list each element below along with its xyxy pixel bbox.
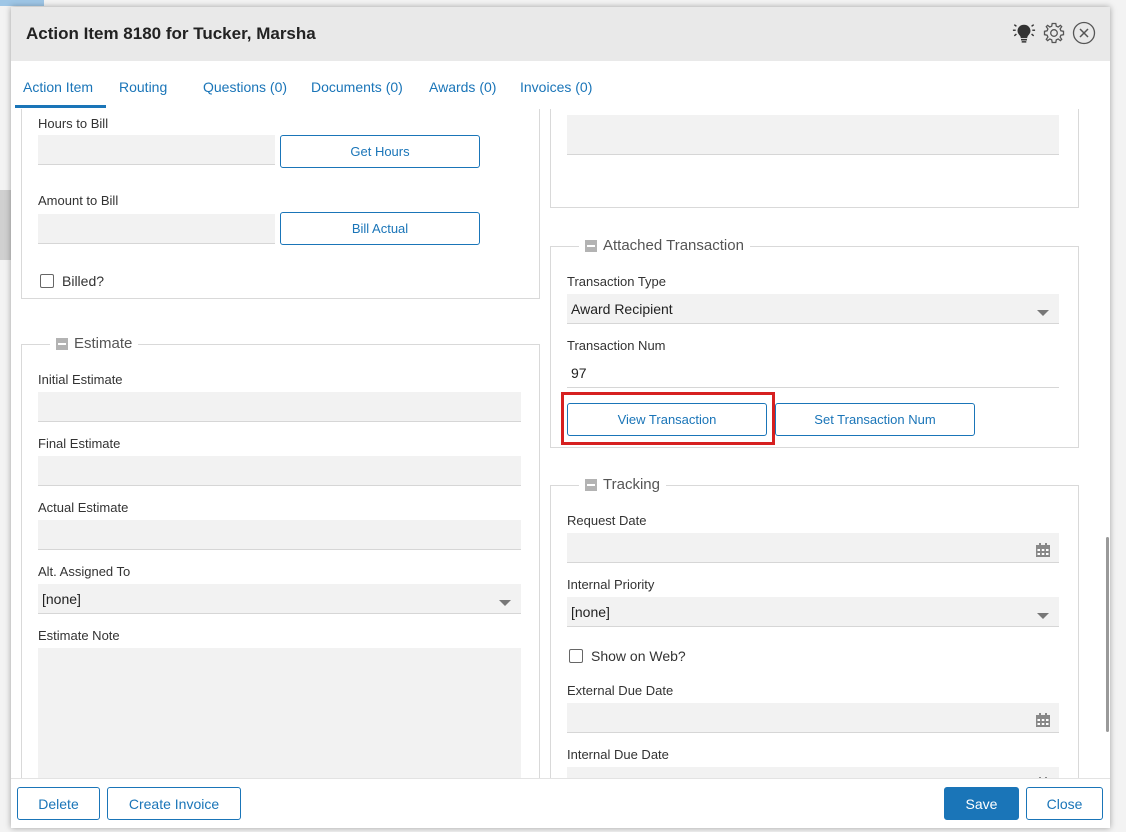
transaction-type-select[interactable]: Award Recipient	[567, 294, 1059, 324]
tab-documents[interactable]: Documents (0)	[311, 79, 403, 95]
collapse-minus-icon[interactable]	[585, 478, 597, 491]
actual-estimate-input[interactable]	[38, 520, 521, 550]
billed-checkbox[interactable]	[40, 274, 54, 288]
action-item-modal: Action Item 8180 for Tucker, Marsha Acti…	[11, 7, 1110, 828]
tracking-legend-text: Tracking	[603, 476, 660, 493]
estimate-note-label: Estimate Note	[38, 628, 120, 643]
tracking-fieldset	[550, 485, 1079, 778]
transaction-type-label: Transaction Type	[567, 274, 666, 289]
highlight-box	[561, 392, 775, 445]
chevron-down-icon[interactable]	[1037, 613, 1049, 619]
hours-to-bill-input[interactable]	[38, 135, 275, 165]
final-estimate-label: Final Estimate	[38, 436, 121, 451]
internal-priority-label: Internal Priority	[567, 577, 655, 592]
collapse-minus-icon[interactable]	[56, 337, 68, 350]
estimate-note-textarea[interactable]	[38, 648, 521, 778]
tab-action-item[interactable]: Action Item	[23, 79, 93, 95]
billed-label: Billed?	[62, 273, 105, 289]
collapse-minus-icon[interactable]	[585, 239, 597, 252]
tracking-legend[interactable]: Tracking	[579, 476, 666, 493]
close-icon[interactable]	[1072, 21, 1096, 45]
tab-bar: Action Item Routing Questions (0) Docume…	[11, 61, 1110, 109]
internal-priority-value: [none]	[571, 604, 610, 620]
show-on-web-checkbox[interactable]	[569, 649, 583, 663]
transaction-num-label: Transaction Num	[567, 338, 666, 353]
alt-assigned-label: Alt. Assigned To	[38, 564, 131, 579]
amount-to-bill-input[interactable]	[38, 214, 275, 244]
calendar-icon[interactable]	[1035, 542, 1051, 558]
internal-due-date-label: Internal Due Date	[567, 747, 669, 762]
active-tab-indicator	[15, 105, 106, 108]
internal-priority-select[interactable]: [none]	[567, 597, 1059, 627]
set-transaction-num-button[interactable]: Set Transaction Num	[775, 403, 975, 436]
modal-footer: Delete Create Invoice Save Close	[11, 778, 1110, 828]
upper-right-textarea[interactable]	[567, 115, 1059, 155]
tab-routing[interactable]: Routing	[119, 79, 167, 95]
amount-to-bill-label: Amount to Bill	[38, 193, 119, 208]
attached-transaction-legend[interactable]: Attached Transaction	[579, 237, 750, 254]
external-due-date-label: External Due Date	[567, 683, 674, 698]
modal-content: Hours to Bill Get Hours Amount to Bill B…	[11, 109, 1110, 778]
chevron-down-icon[interactable]	[1037, 310, 1049, 316]
estimate-legend-text: Estimate	[74, 335, 133, 352]
external-due-date-input[interactable]	[567, 703, 1059, 733]
close-button[interactable]: Close	[1026, 787, 1103, 820]
alt-assigned-value: [none]	[42, 591, 81, 607]
bill-actual-button[interactable]: Bill Actual	[280, 212, 480, 245]
internal-due-date-input[interactable]	[567, 767, 1059, 778]
request-date-input[interactable]	[567, 533, 1059, 563]
modal-header: Action Item 8180 for Tucker, Marsha	[11, 7, 1110, 61]
attached-transaction-legend-text: Attached Transaction	[603, 237, 744, 254]
header-icons	[1012, 21, 1096, 45]
alt-assigned-select[interactable]: [none]	[38, 584, 521, 614]
chevron-down-icon[interactable]	[499, 600, 511, 606]
actual-estimate-label: Actual Estimate	[38, 500, 129, 515]
get-hours-button[interactable]: Get Hours	[280, 135, 480, 168]
tab-awards[interactable]: Awards (0)	[429, 79, 496, 95]
content-scrollbar[interactable]	[1106, 537, 1109, 732]
background-topbar	[0, 0, 44, 6]
modal-title: Action Item 8180 for Tucker, Marsha	[26, 24, 316, 43]
tab-invoices[interactable]: Invoices (0)	[520, 79, 592, 95]
initial-estimate-label: Initial Estimate	[38, 372, 123, 387]
hours-to-bill-label: Hours to Bill	[38, 116, 109, 131]
save-button[interactable]: Save	[944, 787, 1019, 820]
lightbulb-icon[interactable]	[1012, 21, 1036, 45]
transaction-num-input[interactable]: 97	[567, 358, 1059, 388]
calendar-icon[interactable]	[1035, 712, 1051, 728]
show-on-web-label: Show on Web?	[591, 648, 686, 664]
final-estimate-input[interactable]	[38, 456, 521, 486]
delete-button[interactable]: Delete	[17, 787, 100, 820]
estimate-legend[interactable]: Estimate	[50, 335, 139, 352]
gear-icon[interactable]	[1042, 21, 1066, 45]
transaction-type-value: Award Recipient	[571, 301, 673, 317]
request-date-label: Request Date	[567, 513, 647, 528]
create-invoice-button[interactable]: Create Invoice	[107, 787, 241, 820]
initial-estimate-input[interactable]	[38, 392, 521, 422]
tab-questions[interactable]: Questions (0)	[203, 79, 287, 95]
